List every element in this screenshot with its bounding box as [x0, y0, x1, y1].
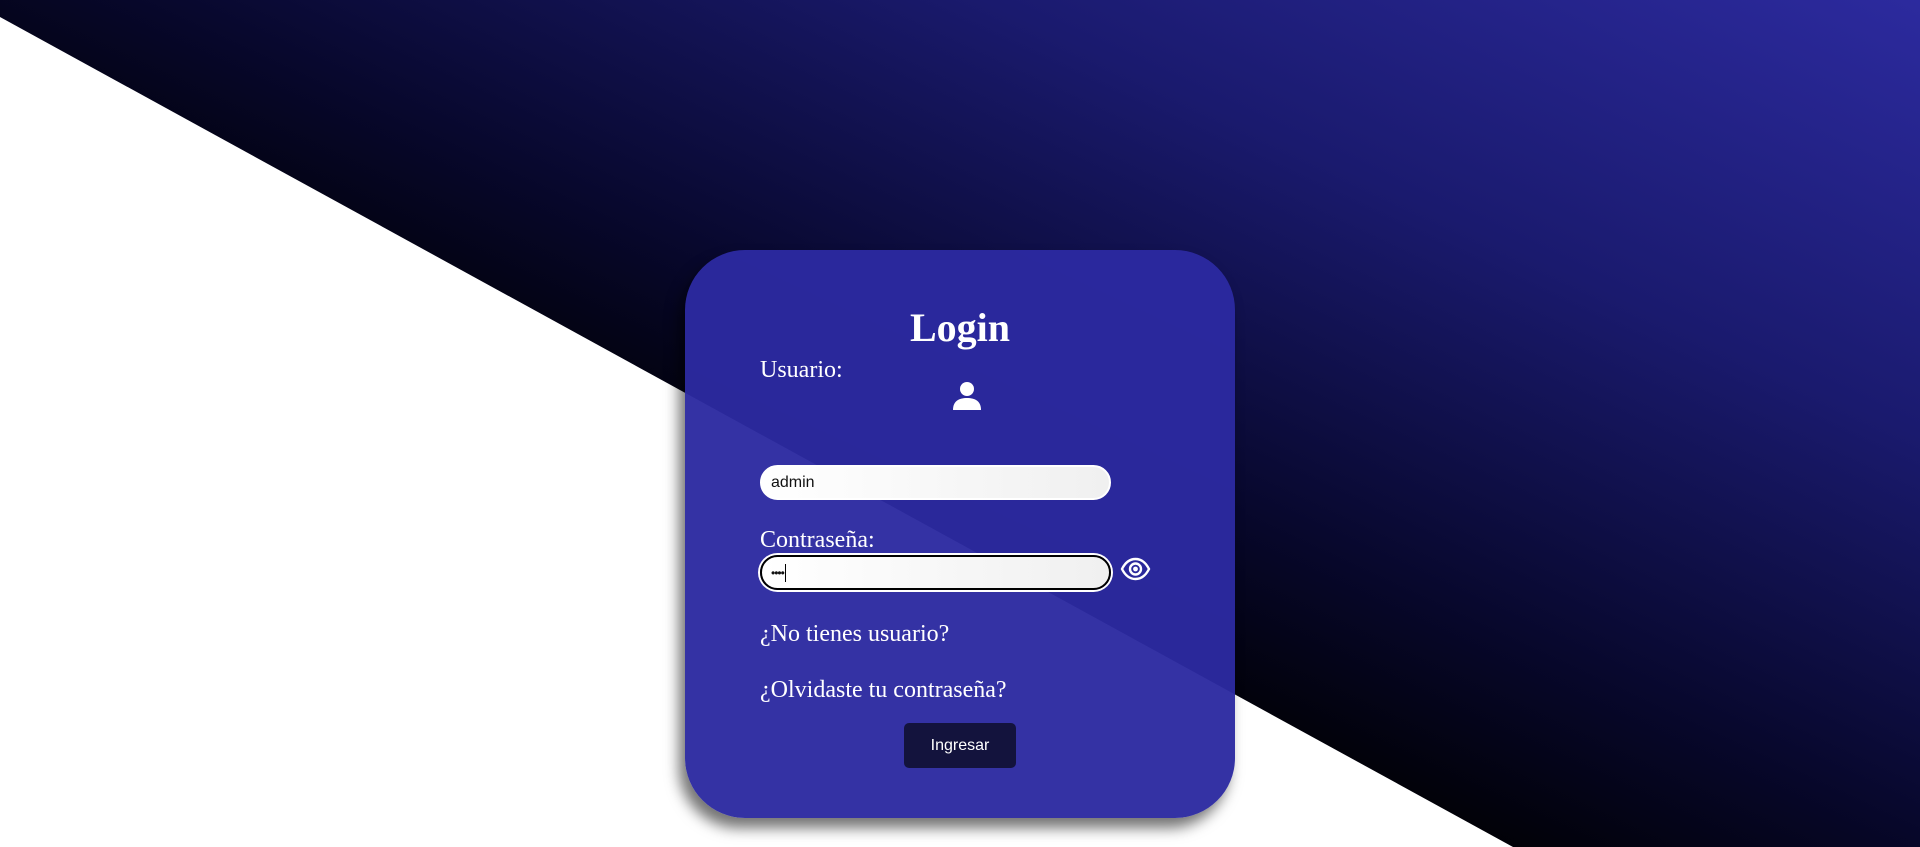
eye-icon[interactable]	[1120, 556, 1151, 582]
submit-button[interactable]: Ingresar	[904, 723, 1016, 768]
forgot-password-link[interactable]: ¿Olvidaste tu contraseña?	[760, 676, 1007, 704]
username-input-value: admin	[771, 473, 815, 491]
password-input-value: ••••	[771, 565, 785, 580]
no-user-link[interactable]: ¿No tienes usuario?	[760, 620, 949, 648]
user-icon	[953, 382, 981, 410]
username-label: Usuario:	[760, 357, 843, 383]
page-background: Login Usuario: admin Contraseña: •••• ¿N…	[0, 0, 1920, 847]
text-cursor	[784, 563, 786, 582]
password-label: Contraseña:	[760, 527, 875, 553]
login-card: Login Usuario: admin Contraseña: •••• ¿N…	[685, 250, 1235, 818]
username-input[interactable]: admin	[760, 465, 1111, 500]
password-input[interactable]: ••••	[760, 555, 1111, 590]
login-title: Login	[909, 305, 1011, 350]
